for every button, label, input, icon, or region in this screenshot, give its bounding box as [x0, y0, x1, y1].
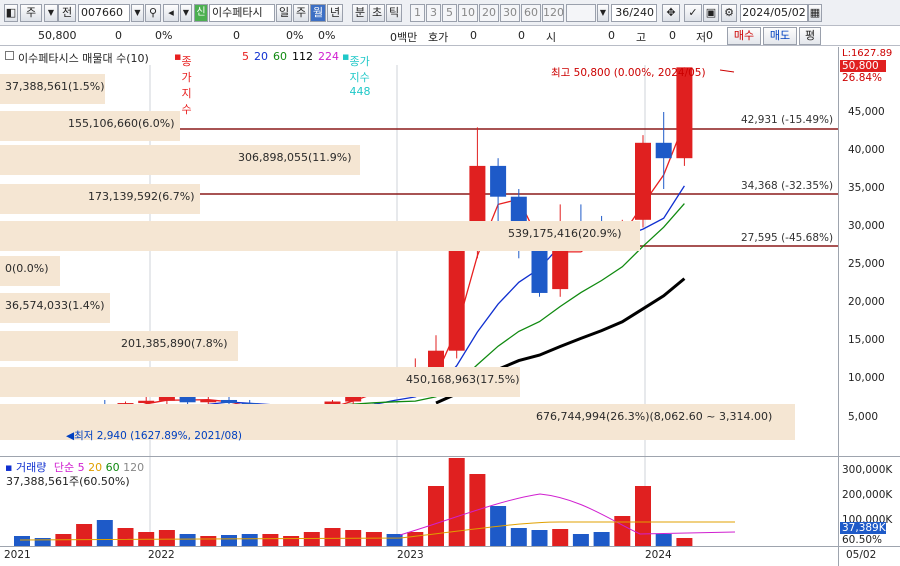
candle: [221, 399, 237, 404]
high-annotation: 최고 50,800 (0.00%, 2024/05): [551, 67, 706, 79]
price-axis-label: 25,000: [848, 258, 885, 270]
candle: [676, 67, 693, 159]
candle: [200, 399, 217, 403]
price-axis-label: 20,000: [848, 296, 885, 308]
line-label-3: 27,595 (-45.68%): [741, 232, 834, 244]
price-axis-label: 5,000: [848, 411, 879, 423]
current-price-marker: 50,800: [840, 60, 886, 72]
volume-bar: [635, 486, 651, 546]
price-axis-label: 10,000: [848, 372, 885, 384]
x-label-2024: 2024: [645, 549, 672, 561]
axis-top-label: L:1627.89: [842, 48, 893, 59]
price-axis-label: 30,000: [848, 220, 885, 232]
candle: [490, 165, 507, 197]
price-chart[interactable]: [0, 0, 900, 566]
volume-bar: [531, 530, 548, 546]
volume-profile-label: 36,574,033(1.4%): [5, 299, 105, 312]
low-annotation: ◀최저 2,940 (1627.89%, 2021/08): [66, 430, 243, 442]
volume-current-pct: 60.50%: [842, 534, 883, 546]
price-axis-label: 45,000: [848, 106, 885, 118]
high-arrow: [719, 69, 735, 73]
volume-profile-label: 539,175,416(20.9%): [508, 227, 622, 240]
volume-bar: [614, 516, 631, 546]
line-label-1: 42,931 (-15.49%): [741, 114, 834, 126]
volume-axis-200k: 200,000K: [842, 489, 893, 501]
panel-separator: [0, 456, 900, 457]
price-axis-border: [838, 47, 839, 566]
candle: [138, 400, 155, 404]
volume-profile-label: 0(0.0%): [5, 262, 49, 275]
volume-bar: [34, 538, 51, 546]
volume-bar: [221, 535, 237, 546]
volume-profile-label: 37,388,561(1.5%): [5, 80, 105, 93]
volume-bar: [179, 534, 196, 546]
volume-bar: [572, 534, 589, 546]
volume-bar: [241, 534, 258, 546]
candle: [179, 396, 196, 403]
x-label-date: 05/02: [846, 549, 877, 561]
volume-bar: [365, 532, 382, 546]
candle: [448, 250, 465, 351]
volume-bar: [552, 529, 569, 546]
volume-profile-label: 450,168,963(17.5%): [406, 373, 520, 386]
volume-last-value: 37,388,561주(60.50%): [6, 475, 130, 488]
volume-bar: [262, 534, 279, 546]
x-label-2023: 2023: [397, 549, 424, 561]
volume-bar: [76, 524, 93, 546]
volume-bar: [676, 538, 693, 546]
candle: [158, 396, 175, 401]
volume-profile-label: 676,744,994(26.3%)(8,062.60 ~ 3,314.00): [536, 410, 773, 423]
volume-bar: [510, 528, 527, 546]
volume-bar: [593, 532, 610, 546]
volume-bar: [324, 528, 341, 546]
volume-profile-label: 306,898,055(11.9%): [238, 151, 352, 164]
line-label-2: 34,368 (-32.35%): [741, 180, 834, 192]
price-axis-label: 40,000: [848, 144, 885, 156]
volume-bar: [200, 536, 217, 546]
volume-bar: [14, 536, 30, 546]
candle: [635, 142, 651, 220]
volume-profile-label: 155,106,660(6.0%): [68, 117, 175, 130]
volume-bar: [117, 528, 134, 546]
volume-bar: [283, 536, 300, 546]
volume-bar: [386, 534, 403, 546]
volume-bar: [407, 532, 424, 546]
volume-profile-label: 173,139,592(6.7%): [88, 190, 195, 203]
volume-bar: [448, 458, 465, 546]
volume-bar: [96, 520, 113, 546]
volume-bar: [428, 486, 444, 546]
volume-bar: [158, 530, 175, 546]
x-axis-line: [0, 546, 900, 547]
price-axis-label: 35,000: [848, 182, 885, 194]
price-axis-label: 15,000: [848, 334, 885, 346]
volume-current-marker: 37,389K: [840, 522, 886, 534]
volume-axis-300k: 300,000K: [842, 464, 893, 476]
volume-bar: [303, 532, 320, 546]
x-label-2022: 2022: [148, 549, 175, 561]
candle: [655, 142, 672, 159]
x-label-2021: 2021: [4, 549, 31, 561]
volume-profile-label: 201,385,890(7.8%): [121, 337, 228, 350]
volume-bar: [655, 534, 672, 546]
current-pct-marker: 26.84%: [842, 72, 883, 84]
